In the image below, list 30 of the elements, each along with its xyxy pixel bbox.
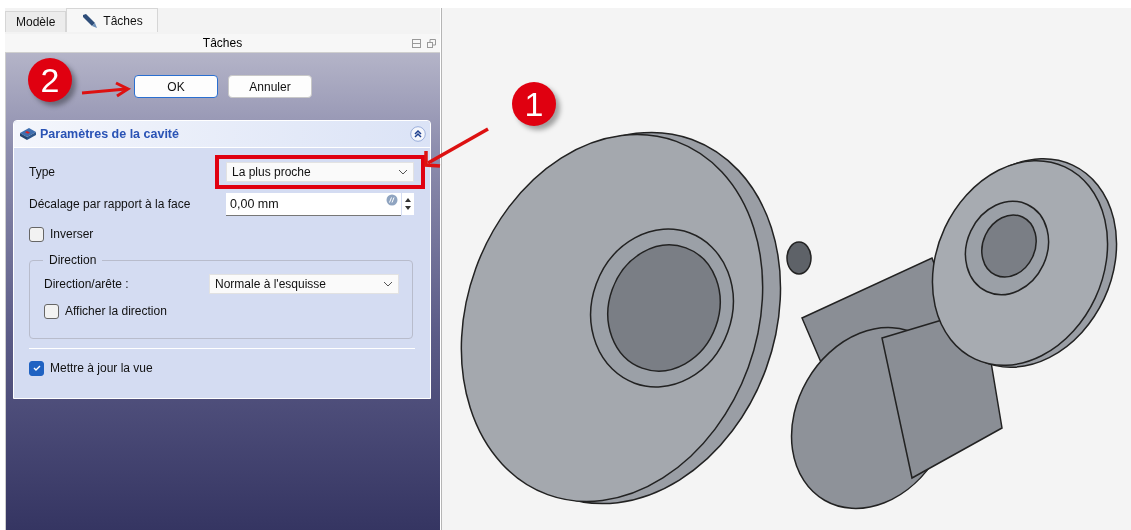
group-title: Direction [43,253,103,267]
dialog-button[interactable]: Annuler [228,75,312,98]
field-label: Direction/arête : [44,276,129,291]
dropdown[interactable]: La plus proche [226,162,414,182]
dialog-button[interactable]: OK [134,75,218,98]
formula-icon [386,193,398,206]
checkbox-label: Mettre à jour la vue [50,361,153,375]
float-icon[interactable] [427,38,436,48]
checkbox-label: Afficher la direction [65,304,167,318]
chevron-down-icon [398,169,408,175]
dropdown[interactable]: Normale à l'esquisse [209,273,399,294]
field-label: Type [29,165,55,179]
arrow [80,80,132,100]
tab[interactable]: Modèle [5,11,67,32]
tab[interactable]: Tâches [66,8,158,32]
arrow [422,125,492,170]
input-field[interactable]: 0,00 mm [226,192,401,216]
card-title: Paramètres de la cavité [40,127,180,141]
dock-icon[interactable] [412,38,421,48]
checkbox[interactable] [44,303,59,319]
panel-title: Tâches [202,36,243,50]
spin-buttons[interactable] [402,193,414,215]
checkmark-icon [31,363,42,373]
checkbox-label: Inverser [50,227,94,241]
field-label: Décalage par rapport à la face [29,197,191,211]
checkbox[interactable] [29,226,44,242]
pocket-box-icon [19,127,37,141]
chevron-down-icon [383,280,393,287]
collapse-icon[interactable] [410,126,426,142]
checkbox[interactable] [29,360,44,376]
